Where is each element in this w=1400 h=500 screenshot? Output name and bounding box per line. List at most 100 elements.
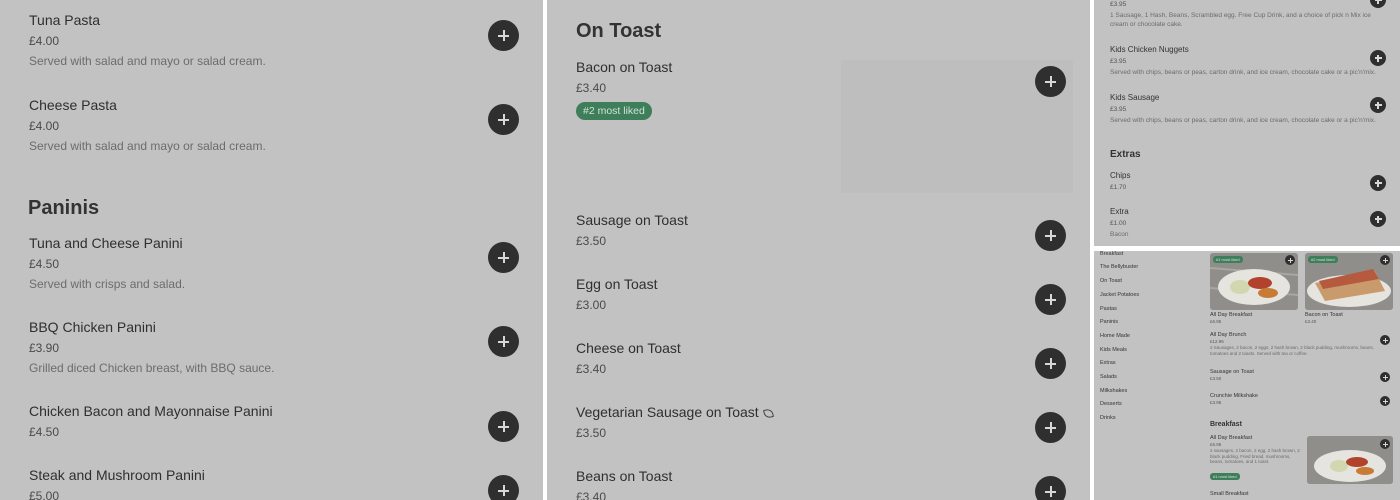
menu-item[interactable]: BBQ Chicken Panini £3.90 Grilled diced C… <box>29 319 274 376</box>
add-to-cart-button[interactable] <box>1380 439 1390 449</box>
item-price: £5.00 <box>29 489 60 500</box>
menu-item[interactable]: Cheese Pasta £4.00 Served with salad and… <box>29 97 266 154</box>
add-to-cart-button[interactable] <box>1370 97 1386 113</box>
nav-item-paninis[interactable]: Paninis <box>1100 319 1118 325</box>
item-price: £3.95 <box>1210 400 1222 405</box>
menu-card[interactable]: All Day Breakfast £6.95 <box>1210 312 1252 325</box>
add-to-cart-button[interactable] <box>1370 211 1386 227</box>
section-heading: Paninis <box>28 197 100 219</box>
item-name[interactable]: Small Breakfast <box>1210 491 1249 498</box>
menu-item[interactable]: All Day Brunch £12.95 2 Sausages, 2 baco… <box>1210 332 1390 356</box>
item-price: £3.40 <box>576 490 607 500</box>
menu-item-featured[interactable]: Bacon on Toast £3.40 #2 most liked <box>576 59 672 120</box>
add-to-cart-button[interactable] <box>488 411 519 442</box>
nav-item-pastas[interactable]: Pastas <box>1100 306 1117 312</box>
item-description: cream or chocolate cake. <box>1110 21 1183 28</box>
add-to-cart-button[interactable] <box>1380 335 1390 345</box>
item-price: £3.50 <box>1210 376 1222 381</box>
menu-panel-pastas-paninis: Tuna Pasta £4.00 Served with salad and m… <box>0 0 543 500</box>
section-heading: Breakfast <box>1210 421 1242 428</box>
menu-item[interactable]: Crunchie Milkshake £3.95 <box>1210 393 1258 406</box>
item-name: Chips <box>1110 171 1131 180</box>
item-name: Kids Chicken Nuggets <box>1110 45 1189 54</box>
menu-item[interactable]: All Day Breakfast £6.95 2 sausages, 2 ba… <box>1210 435 1305 483</box>
item-description: 2 sausages, 2 bacon, 2 egg, 2 hash brown… <box>1210 448 1300 464</box>
add-to-cart-button[interactable] <box>488 475 519 500</box>
menu-item[interactable]: Vegetarian Sausage on Toast £3.50 <box>576 404 774 441</box>
nav-item-home-made[interactable]: Home Made <box>1100 333 1130 339</box>
nav-item-on-toast[interactable]: On Toast <box>1100 278 1122 284</box>
item-description: 1 Sausage, 1 Hash, Beans, Scrambled egg.… <box>1110 12 1371 19</box>
menu-item[interactable]: Sausage on Toast £3.50 <box>576 212 688 249</box>
item-name: All Day Breakfast <box>1210 435 1253 441</box>
add-to-cart-button[interactable] <box>1370 50 1386 66</box>
item-price: £1.70 <box>1110 184 1127 191</box>
add-to-cart-button[interactable] <box>488 104 519 135</box>
menu-item[interactable]: Kids Sausage £3.95 Served with chips, be… <box>1110 93 1376 125</box>
item-price: £3.95 <box>1110 58 1127 65</box>
add-to-cart-button[interactable] <box>488 242 519 273</box>
item-name: All Day Breakfast <box>1210 312 1253 318</box>
item-name: Crunchie Milkshake <box>1210 393 1258 399</box>
menu-item[interactable]: Extra £1.00 Bacon <box>1110 207 1129 239</box>
menu-item[interactable]: Egg on Toast £3.00 <box>576 276 657 313</box>
menu-item[interactable]: Tuna Pasta £4.00 Served with salad and m… <box>29 12 266 69</box>
nav-item-bellybuster[interactable]: The Bellybuster <box>1100 264 1138 270</box>
add-to-cart-button[interactable] <box>1380 396 1390 406</box>
add-to-cart-button[interactable] <box>1035 476 1066 500</box>
nav-item-breakfast[interactable]: Breakfast <box>1100 251 1123 257</box>
nav-item-salads[interactable]: Salads <box>1100 374 1117 380</box>
menu-item[interactable]: Chicken Bacon and Mayonnaise Panini £4.5… <box>29 403 273 440</box>
item-name: BBQ Chicken Panini <box>29 319 156 335</box>
item-name: Steak and Mushroom Panini <box>29 467 205 483</box>
nav-item-desserts[interactable]: Desserts <box>1100 401 1122 407</box>
item-name: Chicken Bacon and Mayonnaise Panini <box>29 403 273 419</box>
menu-item[interactable]: Tuna and Cheese Panini £4.50 Served with… <box>29 235 185 292</box>
menu-item[interactable]: Kids Chicken Nuggets £3.95 Served with c… <box>1110 45 1376 77</box>
add-to-cart-button[interactable] <box>488 20 519 51</box>
add-to-cart-button[interactable] <box>488 326 519 357</box>
add-to-cart-button[interactable] <box>1035 412 1066 443</box>
menu-item[interactable]: Sausage on Toast £3.50 <box>1210 369 1254 382</box>
item-price: £1.00 <box>1110 220 1127 227</box>
menu-item[interactable]: Cheese on Toast £3.40 <box>576 340 681 377</box>
add-to-cart-button[interactable] <box>1380 255 1390 265</box>
item-price: £3.40 <box>1305 319 1317 324</box>
item-price: £3.90 <box>29 341 60 355</box>
add-to-cart-button[interactable] <box>1035 348 1066 379</box>
most-liked-badge: #1 most liked <box>1210 472 1240 480</box>
menu-card[interactable]: Bacon on Toast £3.40 <box>1305 312 1343 325</box>
section-heading: Extras <box>1110 149 1141 160</box>
nav-item-extras[interactable]: Extras <box>1100 360 1116 366</box>
menu-item[interactable]: £3.95 1 Sausage, 1 Hash, Beans, Scramble… <box>1110 1 1371 29</box>
add-to-cart-button[interactable] <box>1285 255 1295 265</box>
item-price: £4.00 <box>29 34 60 48</box>
item-name: Bacon on Toast <box>576 59 673 75</box>
add-to-cart-button[interactable] <box>1370 0 1386 8</box>
add-to-cart-button[interactable] <box>1035 66 1066 97</box>
add-to-cart-button[interactable] <box>1035 284 1066 315</box>
item-price: £6.95 <box>1210 319 1222 324</box>
item-name: Kids Sausage <box>1110 93 1160 102</box>
item-name: Bacon on Toast <box>1305 312 1343 318</box>
item-description: Served with chips, beans or peas, carton… <box>1110 117 1376 124</box>
nav-item-jacket-potatoes[interactable]: Jacket Potatoes <box>1100 292 1139 298</box>
item-name: Sausage on Toast <box>576 212 688 228</box>
nav-item-milkshakes[interactable]: Milkshakes <box>1100 388 1127 394</box>
add-to-cart-button[interactable] <box>1035 220 1066 251</box>
add-to-cart-button[interactable] <box>1370 175 1386 191</box>
menu-item[interactable]: Beans on Toast £3.40 <box>576 468 672 500</box>
item-description: Grilled diced Chicken breast, with BBQ s… <box>29 361 275 375</box>
menu-item[interactable]: Steak and Mushroom Panini £5.00 <box>29 467 205 500</box>
menu-panel-overview: Breakfast The Bellybuster On Toast Jacke… <box>1094 251 1400 500</box>
item-price: £3.40 <box>576 362 607 376</box>
item-name: Extra <box>1110 207 1129 216</box>
item-description: 2 Sausages, 2 bacon, 2 eggs, 2 hash brow… <box>1210 345 1374 356</box>
nav-item-drinks[interactable]: Drinks <box>1100 415 1116 421</box>
item-price: £3.95 <box>1110 1 1127 8</box>
menu-item[interactable]: Chips £1.70 <box>1110 171 1130 192</box>
add-to-cart-button[interactable] <box>1380 372 1390 382</box>
item-price: £3.50 <box>576 234 607 248</box>
nav-item-kids-meals[interactable]: Kids Meals <box>1100 347 1127 353</box>
item-price: £3.95 <box>1110 106 1127 113</box>
